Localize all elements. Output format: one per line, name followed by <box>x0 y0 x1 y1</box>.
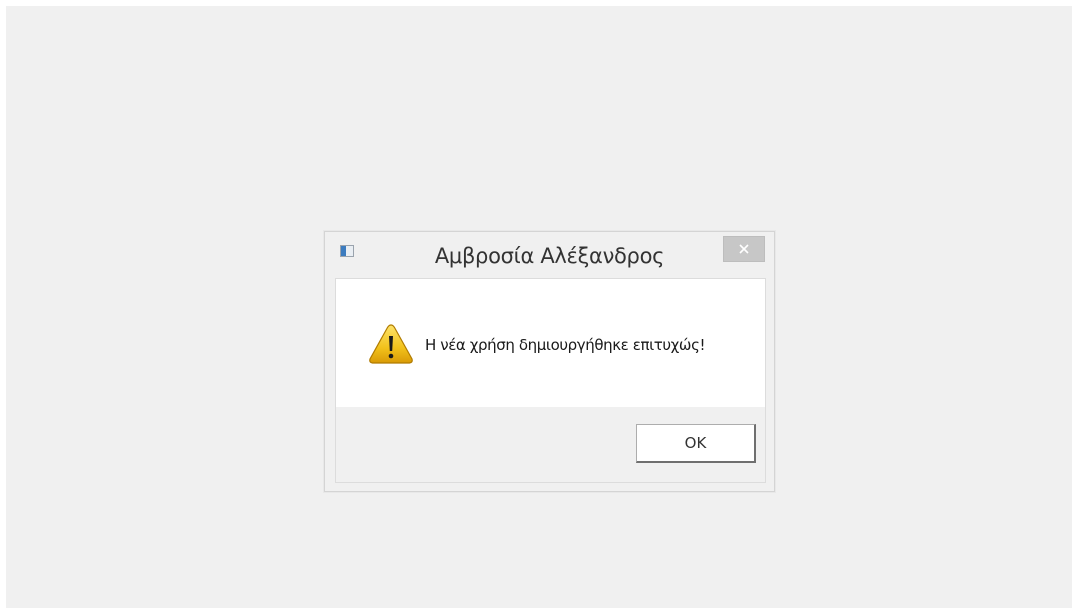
dialog-message: Η νέα χρήση δημιουργήθηκε επιτυχώς! <box>425 336 706 354</box>
ok-button[interactable]: OK <box>636 424 756 463</box>
close-icon <box>739 244 749 254</box>
message-area: Η νέα χρήση δημιουργήθηκε επιτυχώς! <box>336 279 765 407</box>
dialog-client-area: Η νέα χρήση δημιουργήθηκε επιτυχώς! OK <box>335 278 766 483</box>
message-dialog: Αμβροσία Αλέξανδρος Η νέα χρήση δημιουργ… <box>324 231 775 492</box>
desktop-background: Αμβροσία Αλέξανδρος Η νέα χρήση δημιουργ… <box>6 6 1072 608</box>
warning-icon <box>369 324 413 364</box>
dialog-titlebar[interactable]: Αμβροσία Αλέξανδρος <box>325 232 774 278</box>
close-button[interactable] <box>723 236 765 262</box>
dialog-title: Αμβροσία Αλέξανδρος <box>434 244 665 268</box>
